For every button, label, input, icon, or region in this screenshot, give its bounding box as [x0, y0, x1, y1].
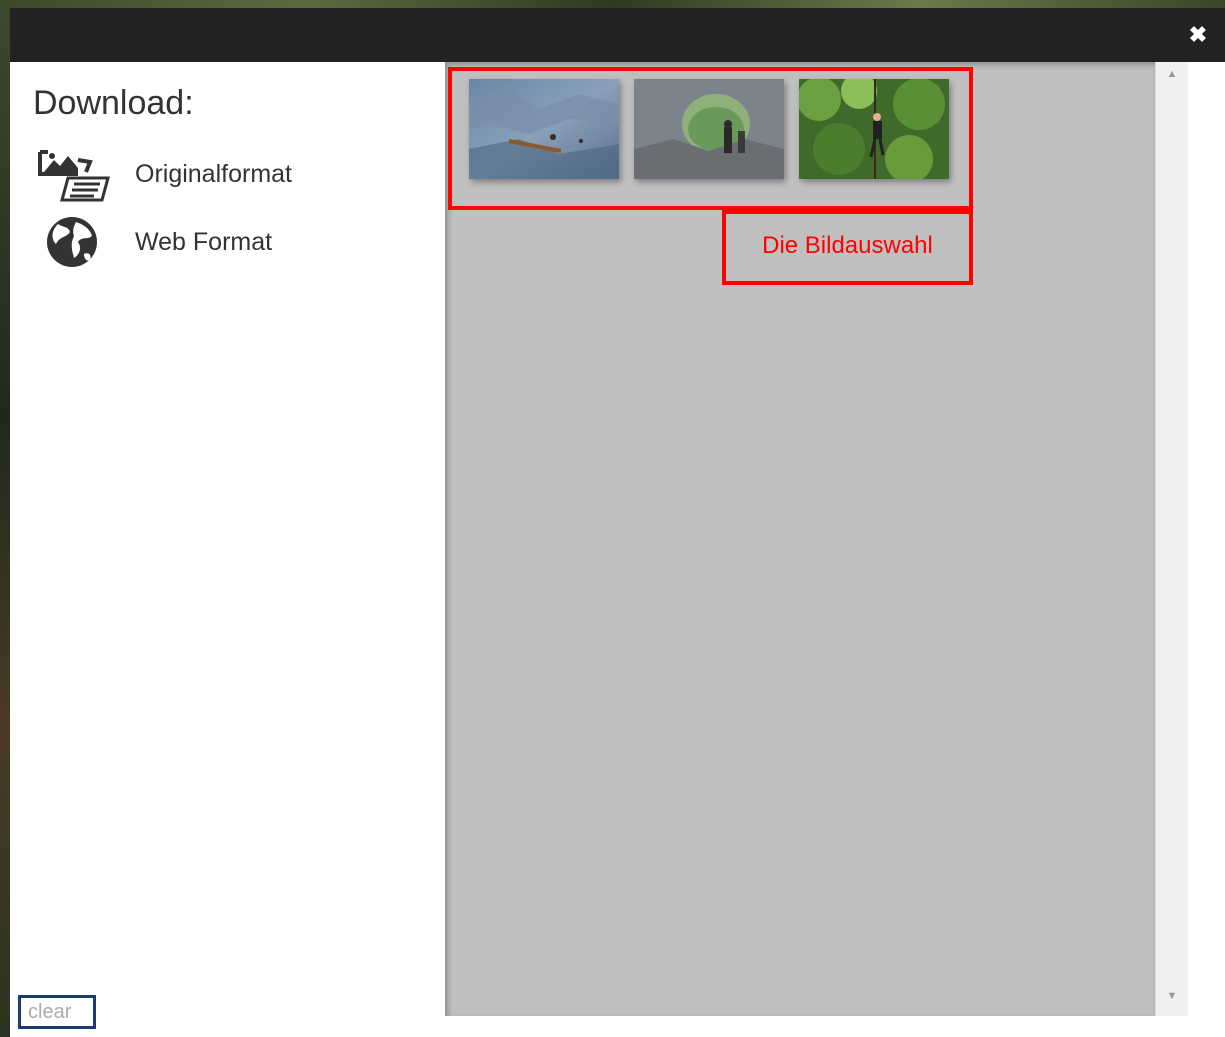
clear-button[interactable]: clear	[18, 995, 96, 1029]
scrollbar[interactable]: ▲ ▼	[1155, 62, 1188, 1016]
download-web-option[interactable]: Web Format	[38, 214, 272, 270]
download-title: Download:	[33, 84, 194, 122]
selection-highlight-box	[448, 67, 973, 210]
download-original-label: Originalformat	[135, 159, 292, 188]
scroll-up-arrow-icon[interactable]: ▲	[1156, 68, 1188, 88]
download-original-option[interactable]: Originalformat	[38, 146, 292, 202]
dialog-titlebar: ✖	[10, 8, 1225, 62]
close-icon[interactable]: ✖	[1185, 22, 1211, 48]
background-strip-top	[0, 0, 1225, 8]
globe-icon	[38, 214, 112, 270]
download-panel: Download: Originalformat Web Format clea…	[10, 62, 445, 1037]
download-web-label: Web Format	[135, 227, 273, 256]
selection-annotation: Die Bildauswahl	[722, 210, 973, 285]
scroll-down-arrow-icon[interactable]: ▼	[1156, 990, 1188, 1010]
image-document-icon	[38, 146, 112, 202]
